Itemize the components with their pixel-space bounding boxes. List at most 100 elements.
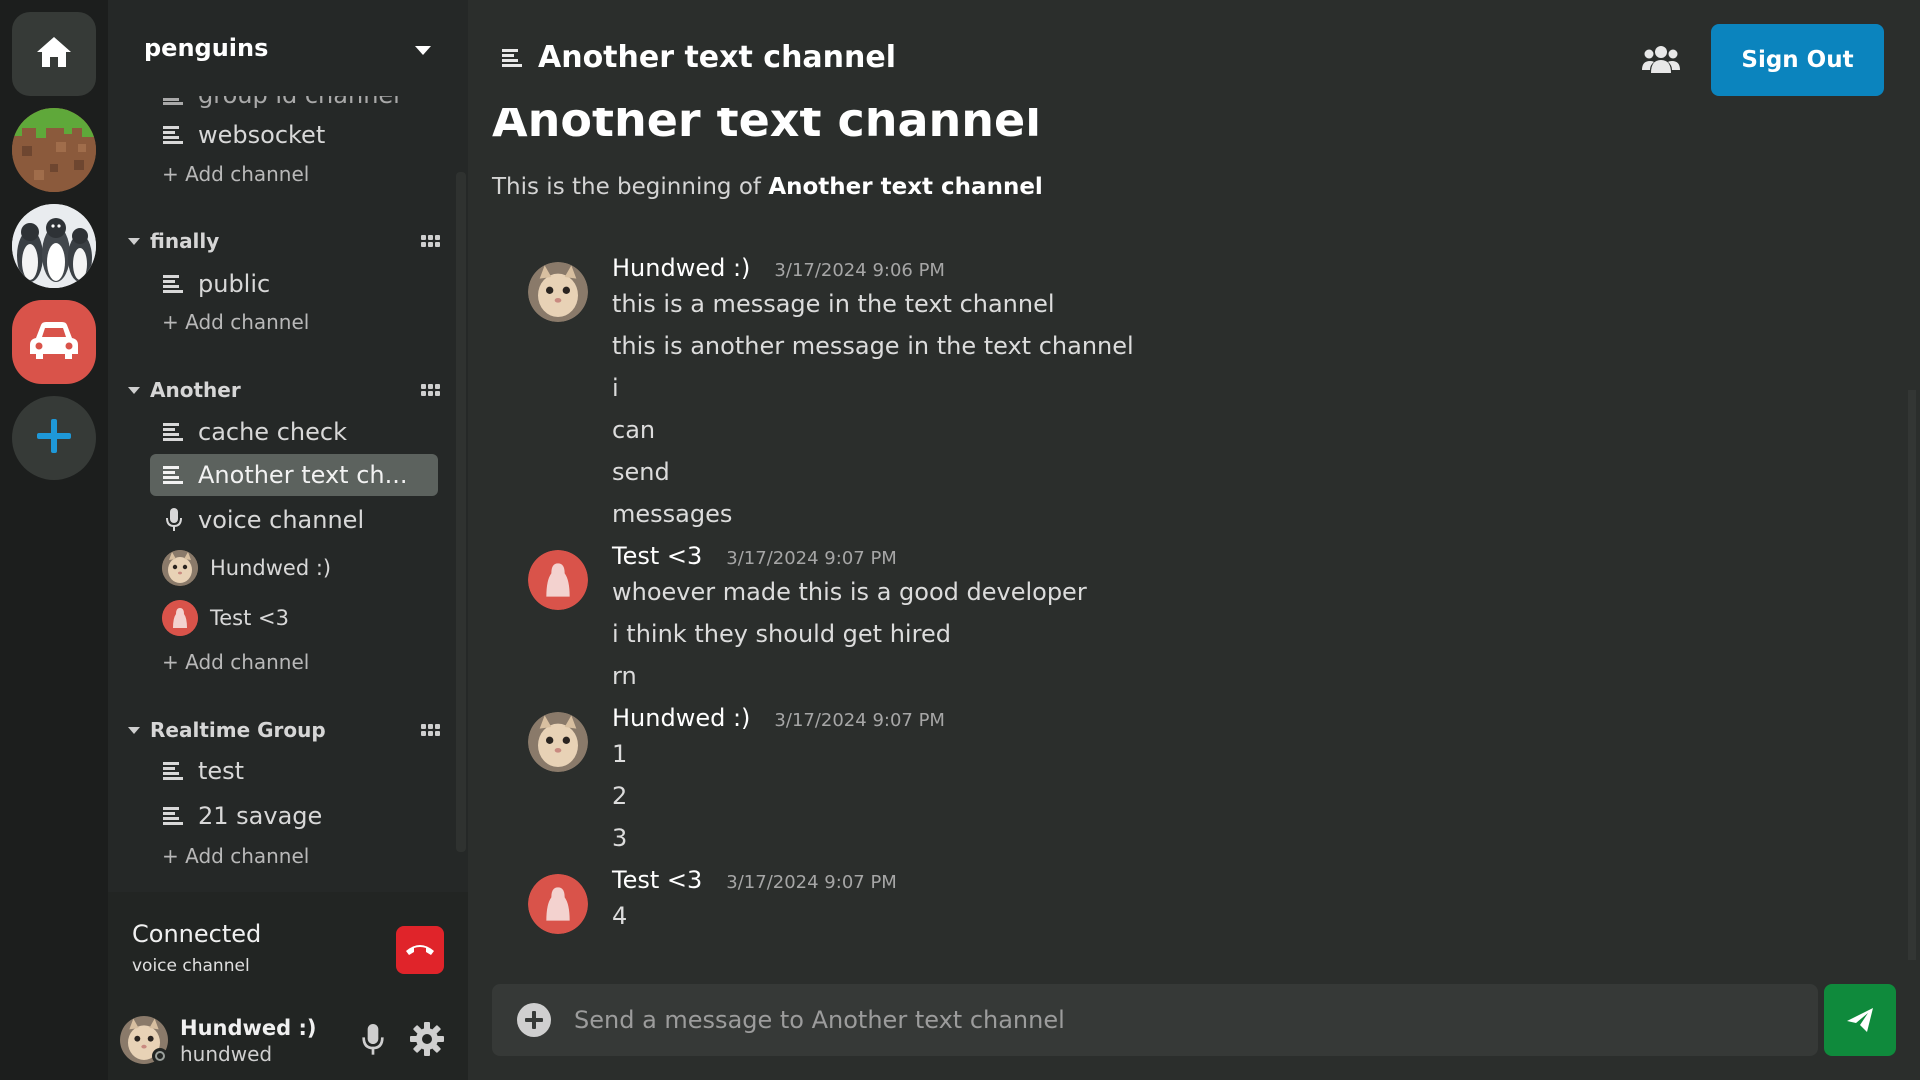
message-author[interactable]: Hundwed :)	[612, 254, 750, 282]
channel-another-text-channel[interactable]: Another text ch...	[150, 454, 438, 496]
channel-label: voice channel	[198, 506, 365, 534]
channel-label: group id channel	[198, 96, 400, 109]
cat-avatar-icon	[528, 262, 588, 322]
add-channel-button[interactable]: + Add channel	[162, 844, 309, 868]
message-text: this is a message in the text channel	[612, 290, 1055, 318]
add-server-button[interactable]	[12, 396, 96, 480]
message-text: can	[612, 416, 656, 444]
message-timestamp: 3/17/2024 9:06 PM	[774, 260, 945, 281]
message-timestamp: 3/17/2024 9:07 PM	[726, 872, 897, 893]
disconnect-button[interactable]	[396, 926, 444, 974]
message-text: this is another message in the text chan…	[612, 332, 1134, 360]
author-avatar[interactable]	[528, 550, 588, 610]
channel-header: Another text channel Sign Out	[468, 0, 1920, 108]
message-text: whoever made this is a good developer	[612, 578, 1087, 606]
attach-button[interactable]	[516, 1002, 552, 1038]
caret-down-icon	[128, 726, 140, 734]
voice-status: Connected	[132, 920, 262, 948]
car-icon	[28, 318, 80, 366]
category-menu-icon[interactable]	[421, 724, 440, 736]
sign-out-button[interactable]: Sign Out	[1711, 24, 1884, 96]
send-button[interactable]	[1824, 984, 1896, 1056]
user-username: hundwed	[180, 1042, 273, 1066]
message-list[interactable]: Another text channel This is the beginni…	[468, 96, 1908, 964]
voice-user-hundwed[interactable]: Hundwed :)	[162, 548, 331, 588]
channel-websocket[interactable]: websocket	[150, 114, 438, 156]
message-composer	[492, 984, 1818, 1056]
message-author[interactable]: Test <3	[612, 866, 702, 894]
channel-label: 21 savage	[198, 802, 323, 830]
author-avatar[interactable]	[528, 874, 588, 934]
category-finally[interactable]: finally	[128, 226, 458, 256]
text-channel-icon	[162, 759, 186, 783]
category-realtime-group[interactable]: Realtime Group	[128, 715, 458, 745]
text-channel-icon	[162, 804, 186, 828]
add-channel-button[interactable]: + Add channel	[162, 162, 309, 186]
chevron-down-icon	[414, 34, 432, 62]
category-menu-icon[interactable]	[421, 235, 440, 247]
channel-list[interactable]: group id channel websocket + Add channel…	[108, 96, 468, 892]
server-icon-penguins[interactable]	[12, 204, 96, 288]
server-header[interactable]: penguins	[108, 0, 468, 96]
text-channel-icon	[162, 420, 186, 444]
channel-public[interactable]: public	[150, 263, 438, 305]
channel-21-savage[interactable]: 21 savage	[150, 795, 438, 837]
message-author[interactable]: Test <3	[612, 542, 702, 570]
channel-voice-channel[interactable]: voice channel	[150, 499, 438, 541]
user-display-name: Hundwed :)	[180, 1016, 317, 1040]
user-panel: Hundwed :) hundwed	[108, 1002, 468, 1080]
plus-circle-icon	[517, 1003, 551, 1037]
channel-cache-check[interactable]: cache check	[150, 411, 438, 453]
caret-down-icon	[128, 386, 140, 394]
message-text: send	[612, 458, 670, 486]
message-text: i	[612, 374, 619, 402]
channel-test[interactable]: test	[150, 750, 438, 792]
voice-user-test[interactable]: Test <3	[162, 598, 289, 638]
text-channel-icon	[162, 123, 186, 147]
microphone-icon	[362, 1024, 384, 1055]
add-channel-button[interactable]: + Add channel	[162, 310, 309, 334]
channel-intro-text: This is the beginning of Another text ch…	[492, 174, 1043, 200]
phone-hangup-icon	[405, 941, 435, 960]
default-avatar-icon	[528, 874, 588, 934]
message-text: 3	[612, 824, 628, 852]
voice-channel-name: voice channel	[132, 956, 250, 976]
home-button[interactable]	[12, 12, 96, 96]
add-channel-button[interactable]: + Add channel	[162, 650, 309, 674]
server-icon-minecraft[interactable]	[12, 108, 96, 192]
channel-intro-name: Another text channel	[768, 174, 1043, 200]
settings-button[interactable]	[410, 1022, 444, 1060]
server-name: penguins	[144, 34, 269, 62]
channel-list-scrollbar[interactable]	[456, 172, 466, 852]
channel-label: public	[198, 270, 271, 298]
plus-icon	[35, 417, 73, 459]
message-text: 1	[612, 740, 628, 768]
text-channel-icon	[162, 463, 186, 487]
message-text: i think they should get hired	[612, 620, 951, 648]
category-menu-icon[interactable]	[421, 384, 440, 396]
message-text: messages	[612, 500, 733, 528]
text-channel-icon	[162, 272, 186, 296]
users-icon	[1642, 46, 1680, 73]
server-rail	[0, 0, 108, 1080]
members-button[interactable]	[1642, 44, 1680, 78]
author-avatar[interactable]	[528, 712, 588, 772]
channel-title: Another text channel	[538, 40, 897, 75]
channel-group-id-channel[interactable]: group id channel	[150, 96, 438, 116]
category-name: Another	[150, 378, 241, 402]
mute-button[interactable]	[362, 1024, 384, 1060]
paper-plane-icon	[1847, 1008, 1873, 1032]
message-timestamp: 3/17/2024 9:07 PM	[726, 548, 897, 569]
message-scrollbar[interactable]	[1908, 390, 1916, 960]
cat-avatar-icon	[162, 550, 198, 586]
default-avatar-icon	[528, 550, 588, 610]
home-icon	[35, 35, 73, 73]
penguins-icon	[12, 204, 96, 288]
category-another[interactable]: Another	[128, 375, 458, 405]
message-author[interactable]: Hundwed :)	[612, 704, 750, 732]
message-input[interactable]	[574, 994, 1774, 1046]
channel-label: cache check	[198, 418, 347, 446]
server-icon-car[interactable]	[12, 300, 96, 384]
author-avatar[interactable]	[528, 262, 588, 322]
channel-label: websocket	[198, 121, 326, 149]
